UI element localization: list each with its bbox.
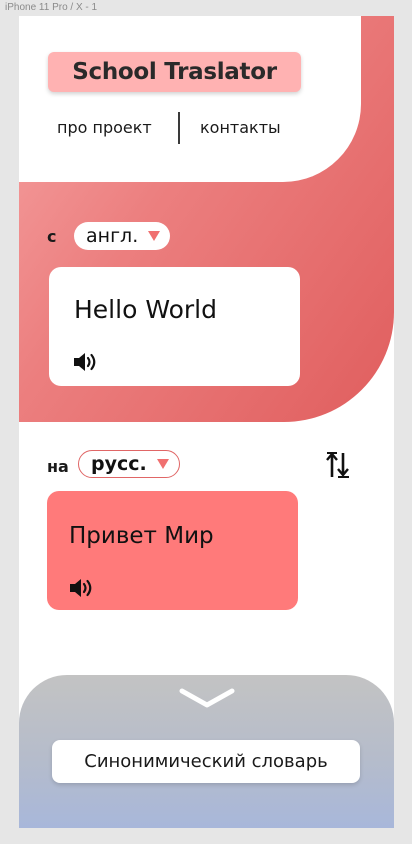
source-text-card[interactable]: Hello World [49, 267, 300, 386]
source-language-prefix: с [47, 227, 57, 246]
target-language-prefix: на [47, 457, 69, 476]
nav-contacts-link[interactable]: контакты [200, 118, 281, 137]
swap-languages-icon[interactable] [324, 450, 354, 480]
target-language-select[interactable]: русс. [78, 450, 180, 478]
dropdown-arrow-icon [148, 231, 161, 241]
chevron-down-icon[interactable] [179, 687, 235, 709]
top-nav: про проект контакты [19, 112, 361, 144]
dropdown-arrow-icon [156, 459, 169, 469]
translation-text-card[interactable]: Привет Мир [47, 491, 298, 610]
source-language-value: англ. [86, 225, 139, 247]
synonyms-dictionary-button[interactable]: Синонимический словарь [52, 740, 360, 783]
phone-screen: School Traslator про проект контакты с а… [19, 16, 394, 828]
source-text[interactable]: Hello World [74, 295, 217, 324]
app-logo[interactable]: School Traslator [48, 52, 301, 92]
speaker-icon[interactable] [73, 351, 99, 373]
speaker-icon[interactable] [69, 577, 95, 599]
nav-divider [178, 112, 180, 144]
source-language-select[interactable]: англ. [74, 222, 171, 250]
header: School Traslator про проект контакты [19, 16, 361, 182]
translation-text[interactable]: Привет Мир [69, 523, 214, 549]
target-language-value: русс. [91, 453, 147, 475]
bottom-drawer: Синонимический словарь [19, 675, 394, 828]
frame-label: iPhone 11 Pro / X - 1 [5, 2, 98, 13]
nav-about-link[interactable]: про проект [57, 118, 152, 137]
